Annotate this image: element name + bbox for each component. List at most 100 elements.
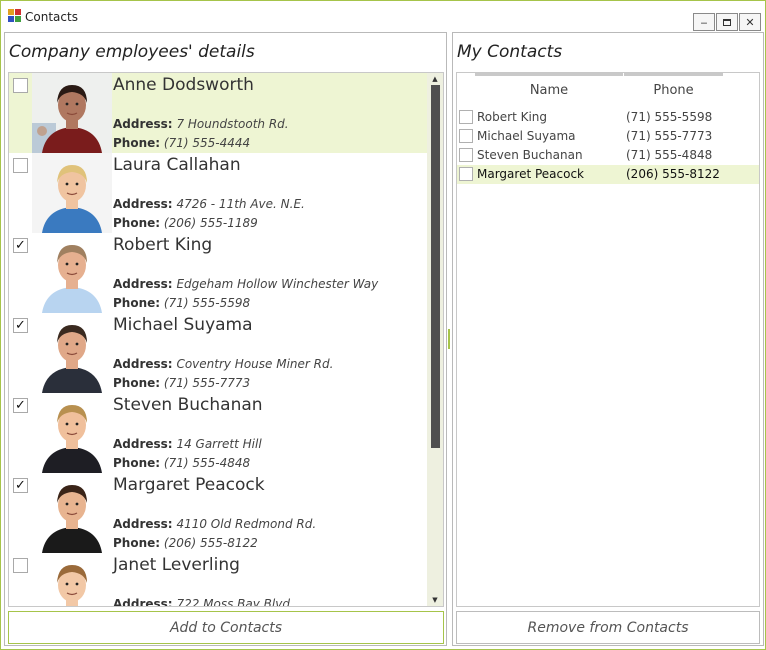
contact-row[interactable]: Margaret Peacock (206) 555-8122 <box>457 165 759 184</box>
contact-phone: (71) 555-5598 <box>626 110 713 124</box>
address-value: Coventry House Miner Rd. <box>176 357 334 371</box>
phone-label: Phone: <box>113 376 161 390</box>
phone-label: Phone: <box>113 296 161 310</box>
employee-photo <box>32 313 112 393</box>
employee-phone: Phone: (71) 555-4444 <box>113 136 250 150</box>
employee-row[interactable]: Laura Callahan Address: 4726 - 11th Ave.… <box>9 153 427 233</box>
phone-label: Phone: <box>113 216 161 230</box>
contact-checkbox[interactable] <box>459 110 473 124</box>
employee-name: Laura Callahan <box>113 155 241 175</box>
address-label: Address: <box>113 277 173 291</box>
contact-phone: (206) 555-8122 <box>626 167 720 181</box>
employee-row[interactable]: ✓ Michael Suyama Address: Coventry House… <box>9 313 427 393</box>
contact-checkbox[interactable] <box>459 148 473 162</box>
employee-address: Address: 7 Houndstooth Rd. <box>113 117 289 131</box>
address-label: Address: <box>113 197 173 211</box>
address-label: Address: <box>113 597 173 607</box>
employee-list[interactable]: Anne Dodsworth Address: 7 Houndstooth Rd… <box>8 72 444 607</box>
employee-row[interactable]: ✓ Steven Buchanan Address: 14 Garrett Hi… <box>9 393 427 473</box>
employee-checkbox[interactable]: ✓ <box>13 398 28 413</box>
maximize-icon <box>723 18 731 26</box>
address-value: 7 Houndstooth Rd. <box>176 117 289 131</box>
panel-splitter[interactable] <box>448 329 450 349</box>
employee-address: Address: Edgeham Hollow Winchester Way <box>113 277 378 291</box>
address-value: Edgeham Hollow Winchester Way <box>176 277 379 291</box>
title-bar[interactable]: Contacts ‒ ✕ <box>1 1 765 31</box>
employees-panel-title: Company employees' details <box>9 42 255 62</box>
employee-phone: Phone: (71) 555-7773 <box>113 376 250 390</box>
employee-address: Address: 14 Garrett Hill <box>113 437 262 451</box>
employee-checkbox[interactable]: ✓ <box>13 318 28 333</box>
phone-value: (71) 555-4444 <box>163 136 251 150</box>
scroll-thumb[interactable] <box>431 85 440 448</box>
scroll-down-icon[interactable]: ▼ <box>427 594 443 606</box>
employee-address: Address: 722 Moss Bay Blvd. <box>113 597 294 607</box>
employee-phone: Phone: (71) 555-5598 <box>113 296 250 310</box>
contact-name: Margaret Peacock <box>477 167 585 181</box>
address-label: Address: <box>113 437 173 451</box>
phone-label: Phone: <box>113 536 161 550</box>
phone-value: (71) 555-7773 <box>163 376 251 390</box>
remove-from-contacts-button[interactable]: Remove from Contacts <box>456 611 760 644</box>
employee-name: Janet Leverling <box>113 555 240 575</box>
employee-photo <box>32 473 112 553</box>
contact-name: Michael Suyama <box>477 129 576 143</box>
contact-checkbox[interactable] <box>459 129 473 143</box>
add-to-contacts-button[interactable]: Add to Contacts <box>8 611 444 644</box>
contacts-grid-header: Name Phone <box>475 73 723 103</box>
phone-value: (206) 555-1189 <box>163 216 258 230</box>
phone-value: (206) 555-8122 <box>163 536 258 550</box>
address-label: Address: <box>113 517 173 531</box>
employee-checkbox[interactable] <box>13 558 28 573</box>
phone-value: (71) 555-5598 <box>163 296 251 310</box>
contact-row[interactable]: Michael Suyama (71) 555-7773 <box>457 127 759 146</box>
employee-photo <box>32 73 112 153</box>
employee-name: Steven Buchanan <box>113 395 263 415</box>
scroll-up-icon[interactable]: ▲ <box>427 73 443 85</box>
employee-address: Address: 4110 Old Redmond Rd. <box>113 517 316 531</box>
employee-row[interactable]: Anne Dodsworth Address: 7 Houndstooth Rd… <box>9 73 427 153</box>
column-header-phone[interactable]: Phone <box>624 73 723 103</box>
employee-photo <box>32 393 112 473</box>
my-contacts-panel-title: My Contacts <box>457 42 563 62</box>
contact-row[interactable]: Steven Buchanan (71) 555-4848 <box>457 146 759 165</box>
employee-address: Address: 4726 - 11th Ave. N.E. <box>113 197 305 211</box>
contact-row[interactable]: Robert King (71) 555-5598 <box>457 108 759 127</box>
minimize-button[interactable]: ‒ <box>693 13 715 31</box>
contact-phone: (71) 555-7773 <box>626 129 713 143</box>
phone-label: Phone: <box>113 456 161 470</box>
address-value: 4726 - 11th Ave. N.E. <box>176 197 305 211</box>
address-value: 4110 Old Redmond Rd. <box>176 517 317 531</box>
employee-checkbox[interactable]: ✓ <box>13 238 28 253</box>
employee-name: Michael Suyama <box>113 315 253 335</box>
contact-name: Steven Buchanan <box>477 148 583 162</box>
employee-row[interactable]: Janet Leverling Address: 722 Moss Bay Bl… <box>9 553 427 607</box>
employee-checkbox[interactable] <box>13 78 28 93</box>
employee-row[interactable]: ✓ Robert King Address: Edgeham Hollow Wi… <box>9 233 427 313</box>
contact-checkbox[interactable] <box>459 167 473 181</box>
contact-phone: (71) 555-4848 <box>626 148 713 162</box>
employee-photo <box>32 553 112 606</box>
address-value: 722 Moss Bay Blvd. <box>176 597 294 607</box>
contacts-window: Contacts ‒ ✕ Company employees' details … <box>0 0 766 650</box>
maximize-button[interactable] <box>716 13 738 31</box>
column-header-name[interactable]: Name <box>475 73 623 103</box>
app-window-icon <box>8 9 21 22</box>
window-title: Contacts <box>25 10 78 24</box>
employee-phone: Phone: (71) 555-4848 <box>113 456 250 470</box>
close-button[interactable]: ✕ <box>739 13 761 31</box>
employee-list-scrollbar[interactable]: ▲ ▼ <box>427 73 443 606</box>
employee-checkbox[interactable]: ✓ <box>13 478 28 493</box>
employee-checkbox[interactable] <box>13 158 28 173</box>
employee-photo <box>32 233 112 313</box>
employee-phone: Phone: (206) 555-8122 <box>113 536 258 550</box>
employee-photo <box>32 153 112 233</box>
employee-name: Anne Dodsworth <box>113 75 254 95</box>
phone-value: (71) 555-4848 <box>163 456 251 470</box>
employee-name: Margaret Peacock <box>113 475 265 495</box>
contacts-grid[interactable]: Name Phone Robert King (71) 555-5598 Mic… <box>456 72 760 607</box>
employee-row[interactable]: ✓ Margaret Peacock Address: 4110 Old Red… <box>9 473 427 553</box>
employee-name: Robert King <box>113 235 213 255</box>
contact-name: Robert King <box>477 110 548 124</box>
employee-address: Address: Coventry House Miner Rd. <box>113 357 333 371</box>
